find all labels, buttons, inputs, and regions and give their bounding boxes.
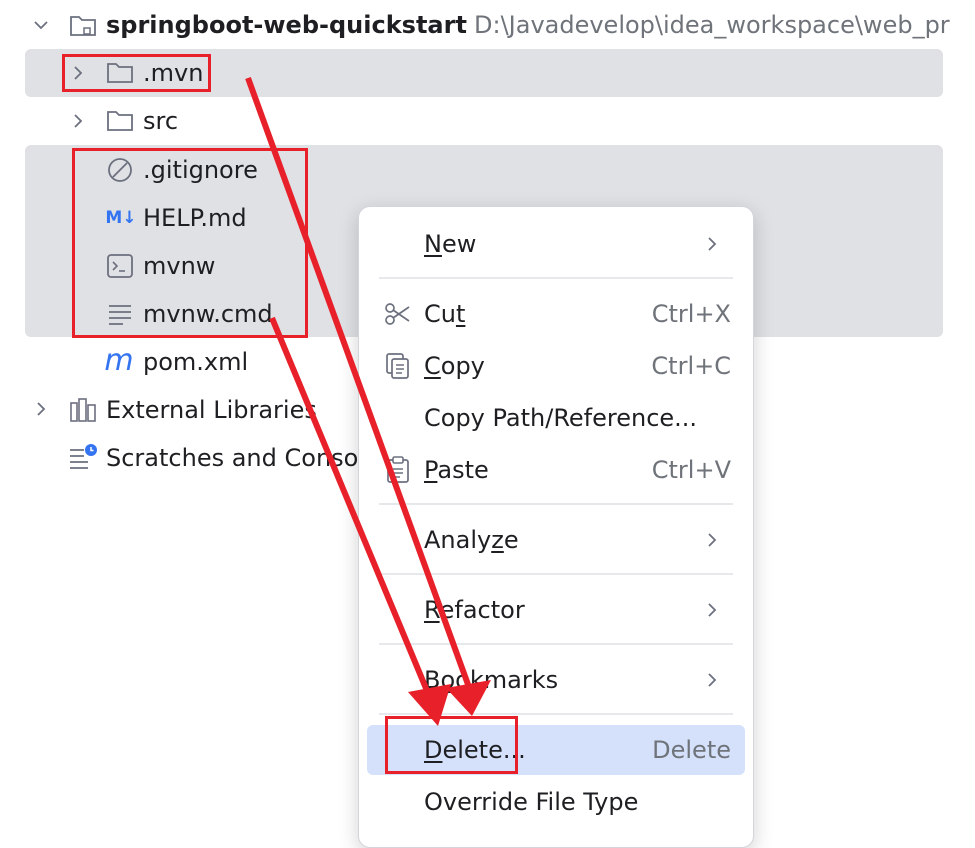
shortcut-text: Ctrl+V [651, 456, 731, 484]
menu-item-new[interactable]: New [367, 219, 745, 269]
menu-item-analyze[interactable]: Analyze [367, 515, 745, 565]
project-root-name[interactable]: springboot-web-quickstart [106, 10, 467, 40]
menu-item-label: Refactor [424, 596, 525, 624]
copy-icon [386, 353, 409, 379]
menu-item-label: New [424, 230, 477, 258]
menu-separator [379, 573, 733, 575]
chevron-right-icon [708, 237, 717, 251]
module-folder-icon [68, 10, 98, 40]
menu-separator [379, 643, 733, 645]
menu-item-label: Cut [424, 300, 466, 328]
chevron-down-icon[interactable] [30, 14, 52, 36]
menu-item-label: Paste [424, 456, 489, 484]
scissors-icon [385, 303, 410, 325]
chevron-right-icon [708, 533, 717, 547]
menu-item-refactor[interactable]: Refactor [367, 585, 745, 635]
annotation-box-delete [385, 716, 518, 774]
annotation-box-mvn [62, 54, 211, 92]
chevron-right-icon [708, 673, 717, 687]
maven-icon-text: m [104, 343, 134, 378]
annotation-box-files [72, 148, 308, 338]
menu-item-copy-path[interactable]: Copy Path/Reference... [367, 393, 745, 443]
scratches-icon [68, 442, 98, 472]
menu-separator [379, 503, 733, 505]
chevron-right-icon[interactable] [67, 110, 89, 132]
menu-separator [379, 277, 733, 279]
tree-item-src[interactable]: src [143, 106, 178, 136]
menu-item-bookmarks[interactable]: Bookmarks [367, 655, 745, 705]
menu-item-label: Bookmarks [424, 666, 559, 694]
menu-item-label: Override File Type [424, 788, 639, 816]
library-icon [68, 395, 98, 425]
menu-item-copy[interactable]: Copy Ctrl+C [367, 341, 745, 391]
tree-item-external-libraries[interactable]: External Libraries [106, 395, 317, 425]
project-root-path: D:\Javadevelop\idea_workspace\web_pr [474, 11, 950, 39]
shortcut-text: Ctrl+X [651, 300, 731, 328]
chevron-right-icon [708, 603, 717, 617]
paste-icon [387, 456, 409, 483]
menu-item-label: Copy [424, 352, 485, 380]
menu-item-cut[interactable]: Cut Ctrl+X [367, 289, 745, 339]
shortcut-text: Delete [652, 736, 731, 764]
maven-icon: m [104, 346, 134, 376]
tree-item-pom-xml[interactable]: pom.xml [143, 347, 248, 377]
tree-item-scratches[interactable]: Scratches and Conso [106, 443, 358, 473]
menu-item-override-file-type[interactable]: Override File Type [367, 777, 745, 827]
menu-item-label: Analyze [424, 526, 519, 554]
chevron-right-icon[interactable] [30, 398, 52, 420]
menu-separator [379, 713, 733, 715]
menu-item-label: Copy Path/Reference... [424, 404, 698, 432]
folder-icon [105, 106, 135, 136]
shortcut-text: Ctrl+C [651, 352, 731, 380]
menu-item-paste[interactable]: Paste Ctrl+V [367, 445, 745, 495]
